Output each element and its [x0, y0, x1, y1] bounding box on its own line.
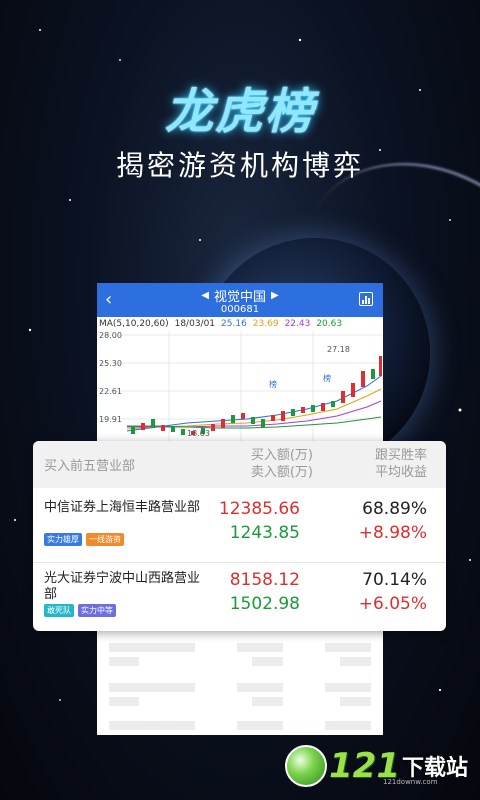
broker-column-header: 买入前五营业部	[44, 459, 136, 474]
ma60-value: 20.63	[316, 319, 343, 329]
next-stock-icon[interactable]: ▶	[271, 290, 279, 301]
y-label: 25.30	[99, 359, 122, 368]
broker-row[interactable]: 光大证券宁波中山西路营业部 敢死队 实力中等 8158.12 1502.98 7…	[33, 567, 446, 637]
logo-url: 121downw.com	[383, 778, 438, 786]
watermark-logo: 121 下载站	[285, 745, 468, 787]
sell-amount-header: 卖入额(万)	[250, 465, 313, 480]
win-rate-header: 跟买胜率	[374, 448, 427, 463]
hero-title: 龙虎榜	[164, 84, 315, 140]
placeholder-bar	[325, 721, 371, 730]
buy-amount: 8158.12	[229, 570, 300, 590]
broker-name: 中信证券上海恒丰路营业部	[44, 500, 201, 515]
placeholder-bar	[109, 683, 195, 692]
avg-return: +8.98%	[358, 523, 427, 543]
tag-badge: 敢死队	[44, 604, 74, 617]
stock-title: ◀ 视觉中国 ▶ 000681	[97, 286, 383, 315]
placeholder-bar	[109, 643, 195, 652]
broker-tags: 实力雄厚 一线游资	[44, 533, 124, 546]
buy-amount-header: 买入额(万)	[250, 448, 313, 463]
logo-ball-icon	[285, 745, 327, 787]
placeholder-bar	[252, 697, 283, 706]
top-brokers-card: 买入前五营业部 买入额(万) 卖入额(万) 跟买胜率 平均收益 中信证券上海恒丰…	[33, 441, 446, 631]
card-header: 买入前五营业部 买入额(万) 卖入额(万) 跟买胜率 平均收益	[33, 441, 446, 488]
placeholder-bar	[325, 643, 371, 652]
hero-subtitle: 揭密游资机构博弈	[115, 149, 364, 182]
y-label: 28.00	[99, 331, 122, 340]
broker-tags: 敢死队 实力中等	[44, 604, 116, 617]
placeholder-bar	[325, 683, 371, 692]
placeholder-bar	[237, 721, 283, 730]
stock-navbar: ‹ ◀ 视觉中国 ▶ 000681	[97, 283, 383, 317]
placeholder-bar	[237, 683, 283, 692]
tag-badge: 实力中等	[78, 604, 116, 617]
previous-stock-icon[interactable]: ◀	[201, 290, 209, 301]
placeholder-bar	[109, 721, 195, 730]
ma-label: MA(5,10,20,60)	[99, 319, 169, 329]
stock-code: 000681	[220, 304, 260, 315]
avg-return-header: 平均收益	[374, 465, 427, 480]
sell-amount: 1243.85	[229, 523, 300, 543]
buy-amount: 12385.66	[218, 499, 300, 519]
price-low-mark: 18.03	[187, 429, 210, 438]
chart-icon[interactable]	[359, 292, 373, 306]
broker-name: 光大证券宁波中山西路营业部	[44, 571, 201, 602]
row-divider	[33, 562, 446, 563]
y-label: 22.61	[99, 387, 122, 396]
placeholder-bar	[340, 657, 371, 666]
broker-row[interactable]: 中信证券上海恒丰路营业部 实力雄厚 一线游资 12385.66 1243.85 …	[33, 496, 446, 566]
placeholder-bar	[252, 657, 283, 666]
stock-name: 视觉中国	[213, 290, 266, 305]
y-label: 19.91	[99, 415, 122, 424]
sell-amount: 1502.98	[229, 594, 300, 614]
placeholder-bar	[109, 697, 139, 706]
candlestick-chart[interactable]: 28.00 25.30 22.61 19.91 27.18 18.03 榜 榜	[97, 331, 383, 441]
ma10-value: 23.69	[252, 319, 279, 329]
ma20-value: 22.43	[284, 319, 311, 329]
ma-indicator-row: MA(5,10,20,60) 18/03/01 25.16 23.69 22.4…	[97, 317, 383, 331]
amount-column-header: 买入额(万) 卖入额(万)	[213, 447, 313, 481]
win-rate: 70.14%	[362, 570, 427, 590]
placeholder-bar	[340, 697, 371, 706]
flag-label: 榜	[323, 374, 331, 383]
tag-badge: 一线游资	[86, 533, 124, 546]
avg-return: +6.05%	[358, 594, 427, 614]
win-rate: 68.89%	[362, 499, 427, 519]
tag-badge: 实力雄厚	[44, 533, 82, 546]
chart-date: 18/03/01	[174, 319, 216, 329]
price-high-mark: 27.18	[327, 345, 350, 354]
placeholder-bar	[109, 657, 139, 666]
placeholder-bar	[237, 643, 283, 652]
flag-label: 榜	[269, 380, 277, 389]
ma5-value: 25.16	[221, 319, 247, 329]
stats-column-header: 跟买胜率 平均收益	[375, 447, 427, 481]
